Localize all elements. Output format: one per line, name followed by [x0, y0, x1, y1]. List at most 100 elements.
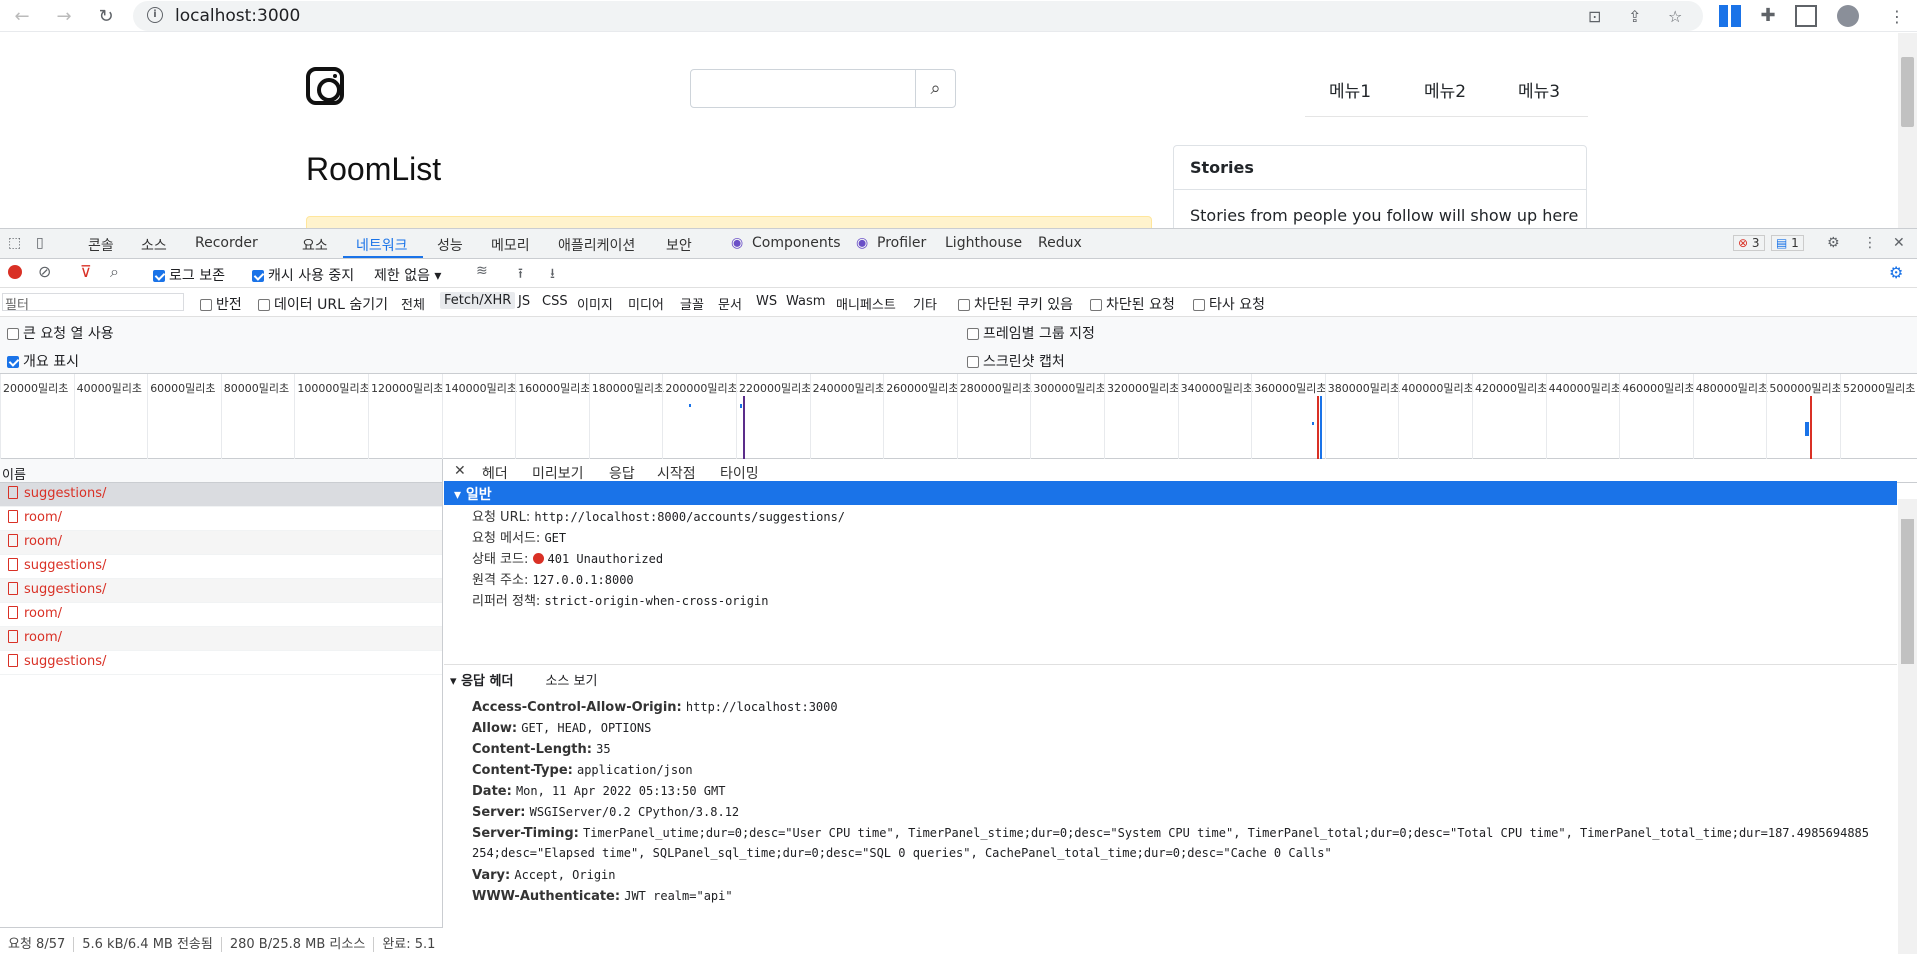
tab-lighthouse[interactable]: Lighthouse: [945, 235, 1022, 251]
filter-wasm[interactable]: Wasm: [786, 294, 825, 309]
request-row[interactable]: room/: [0, 603, 442, 627]
tab-sources[interactable]: 소스: [141, 235, 167, 255]
filter-js[interactable]: JS: [518, 294, 530, 309]
side-panel-icon[interactable]: [1795, 5, 1817, 27]
large-rows-checkbox[interactable]: 큰 요청 열 사용: [7, 323, 114, 343]
message-count-badge[interactable]: ▤ 1: [1771, 235, 1804, 251]
filter-all[interactable]: 전체: [401, 294, 425, 313]
network-conditions-icon[interactable]: ≋: [476, 263, 488, 279]
bookmark-star-icon[interactable]: ☆: [1668, 7, 1682, 26]
translate-icon[interactable]: ⊡: [1588, 7, 1601, 26]
filter-img[interactable]: 이미지: [577, 294, 613, 313]
filter-input[interactable]: 필터: [2, 293, 184, 313]
tab-redux[interactable]: Redux: [1038, 235, 1082, 251]
request-row[interactable]: suggestions/: [0, 555, 442, 579]
capture-screenshots-checkbox[interactable]: 스크린샷 캡처: [967, 351, 1065, 371]
tab-console[interactable]: 콘솔: [88, 235, 114, 255]
tab-memory[interactable]: 메모리: [491, 235, 530, 255]
blocked-cookies-checkbox[interactable]: 차단된 쿠키 있음: [958, 294, 1073, 314]
reload-icon[interactable]: ↻: [94, 4, 118, 28]
tab-performance[interactable]: 성능: [437, 235, 463, 255]
tab-preview[interactable]: 미리보기: [532, 463, 584, 483]
filter-css[interactable]: CSS: [542, 294, 568, 309]
throttling-select[interactable]: 제한 없음 ▾: [374, 265, 441, 285]
request-row[interactable]: suggestions/: [0, 579, 442, 603]
more-options-icon[interactable]: ⋮: [1863, 235, 1877, 251]
general-section-header[interactable]: ▾ 일반: [444, 481, 1897, 505]
extension-icon[interactable]: [1719, 5, 1741, 27]
header-value: GET, HEAD, OPTIONS: [521, 721, 652, 735]
group-by-frame-checkbox[interactable]: 프레임별 그룹 지정: [967, 323, 1095, 343]
search-input[interactable]: ⌕: [690, 69, 956, 108]
avatar[interactable]: [1837, 5, 1859, 27]
tab-network[interactable]: 네트워크: [356, 235, 408, 255]
third-party-checkbox[interactable]: 타사 요청: [1193, 294, 1265, 314]
filter-media[interactable]: 미디어: [628, 294, 664, 313]
tab-elements[interactable]: 요소: [302, 235, 328, 255]
request-row[interactable]: room/: [0, 507, 442, 531]
name-column-header[interactable]: 이름: [0, 459, 442, 483]
inspect-icon[interactable]: ⬚: [8, 235, 21, 251]
request-row[interactable]: room/: [0, 627, 442, 651]
kebab-menu-icon[interactable]: ⋮: [1885, 4, 1909, 28]
back-icon[interactable]: ←: [10, 4, 34, 28]
timeline-tick: 480000밀리초: [1692, 374, 1768, 459]
disable-cache-checkbox[interactable]: 캐시 사용 중지: [252, 265, 354, 285]
menu-3-link[interactable]: 메뉴3: [1518, 77, 1560, 102]
filter-fetch-xhr[interactable]: Fetch/XHR: [440, 292, 516, 309]
hide-data-urls-checkbox[interactable]: 데이터 URL 숨기기: [258, 294, 388, 314]
request-row[interactable]: room/: [0, 531, 442, 555]
instagram-logo-icon[interactable]: [306, 67, 344, 105]
blocked-requests-checkbox[interactable]: 차단된 요청: [1090, 294, 1175, 314]
document-icon: [8, 630, 18, 643]
tab-application[interactable]: 애플리케이션: [558, 235, 635, 255]
search-icon[interactable]: ⌕: [915, 70, 955, 107]
device-toggle-icon[interactable]: ▯: [36, 235, 44, 251]
share-icon[interactable]: ⇪: [1628, 7, 1641, 26]
tab-security[interactable]: 보안: [666, 235, 692, 255]
filter-doc[interactable]: 문서: [718, 294, 742, 313]
filter-funnel-icon[interactable]: ⊽: [80, 262, 92, 281]
request-row[interactable]: suggestions/: [0, 483, 442, 507]
tab-initiator[interactable]: 시작점: [657, 463, 696, 483]
tab-headers[interactable]: 헤더: [482, 463, 508, 483]
page-scrollbar[interactable]: [1898, 33, 1917, 228]
clear-icon[interactable]: ⊘: [38, 262, 51, 281]
tab-timing[interactable]: 타이밍: [720, 463, 759, 483]
details-scroll-thumb[interactable]: [1901, 519, 1914, 664]
scroll-thumb[interactable]: [1901, 57, 1914, 127]
forward-icon[interactable]: →: [52, 4, 76, 28]
settings-gear-icon[interactable]: ⚙: [1827, 235, 1840, 251]
section-divider: [444, 664, 1897, 665]
filter-other[interactable]: 기타: [913, 294, 937, 313]
filter-font[interactable]: 글꼴: [680, 294, 704, 313]
tab-components[interactable]: Components: [752, 235, 841, 251]
info-icon[interactable]: i: [147, 7, 163, 23]
search-icon[interactable]: ⌕: [110, 262, 119, 282]
response-headers-section-header[interactable]: ▾ 응답 헤더 소스 보기: [450, 670, 597, 689]
puzzle-icon[interactable]: ✚: [1757, 5, 1779, 27]
menu-2-link[interactable]: 메뉴2: [1424, 77, 1466, 102]
tab-response[interactable]: 응답: [609, 463, 635, 483]
error-count-badge[interactable]: ⊗ 3: [1733, 235, 1765, 251]
import-har-icon[interactable]: ⭱: [518, 263, 523, 287]
menu-1-link[interactable]: 메뉴1: [1329, 77, 1371, 102]
invert-checkbox[interactable]: 반전: [200, 294, 242, 314]
request-row[interactable]: suggestions/: [0, 651, 442, 675]
address-bar[interactable]: i localhost:3000 ⊡ ⇪ ☆: [133, 1, 1703, 31]
view-source-link[interactable]: 소스 보기: [545, 674, 597, 689]
network-overview[interactable]: 20000밀리초 40000밀리초 60000밀리초 80000밀리초 100000밀리…: [0, 374, 1917, 459]
network-settings-icon[interactable]: ⚙: [1889, 263, 1903, 282]
filter-ws[interactable]: WS: [756, 294, 777, 309]
close-details-icon[interactable]: ✕: [454, 463, 466, 479]
tab-recorder[interactable]: Recorder: [195, 235, 258, 251]
tab-profiler[interactable]: Profiler: [877, 235, 926, 251]
export-har-icon[interactable]: ⭳: [550, 263, 555, 287]
header-value: 35: [596, 742, 611, 756]
record-icon[interactable]: [8, 265, 22, 279]
details-scrollbar[interactable]: [1898, 499, 1917, 954]
filter-manifest[interactable]: 매니페스트: [836, 294, 896, 313]
preserve-log-checkbox[interactable]: 로그 보존: [153, 265, 225, 285]
close-devtools-icon[interactable]: ✕: [1893, 235, 1905, 251]
show-overview-checkbox[interactable]: 개요 표시: [7, 351, 79, 371]
